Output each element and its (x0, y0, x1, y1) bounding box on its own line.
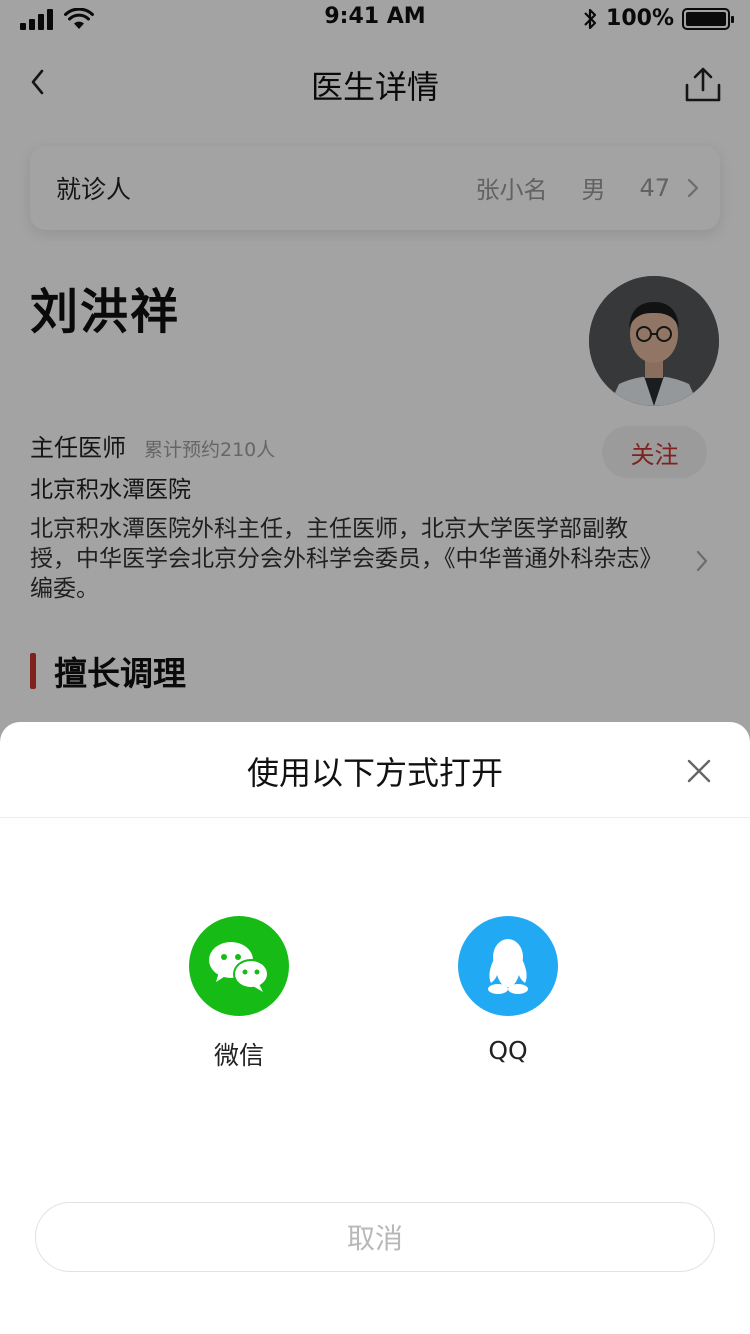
cancel-button[interactable]: 取消 (35, 1202, 715, 1272)
share-option-qq[interactable]: QQ (438, 916, 578, 1065)
close-icon[interactable] (682, 754, 716, 788)
sheet-header: 使用以下方式打开 (0, 722, 750, 818)
qq-label: QQ (488, 1036, 528, 1065)
open-with-sheet: 使用以下方式打开 微信 QQ 取消 (0, 722, 750, 1334)
share-option-wechat[interactable]: 微信 (169, 916, 309, 1072)
sheet-title: 使用以下方式打开 (246, 754, 503, 792)
wechat-icon[interactable] (189, 916, 289, 1016)
wechat-label: 微信 (213, 1041, 264, 1070)
wechat-logo (209, 942, 269, 992)
qq-icon[interactable] (458, 916, 558, 1016)
qq-logo (488, 939, 528, 994)
